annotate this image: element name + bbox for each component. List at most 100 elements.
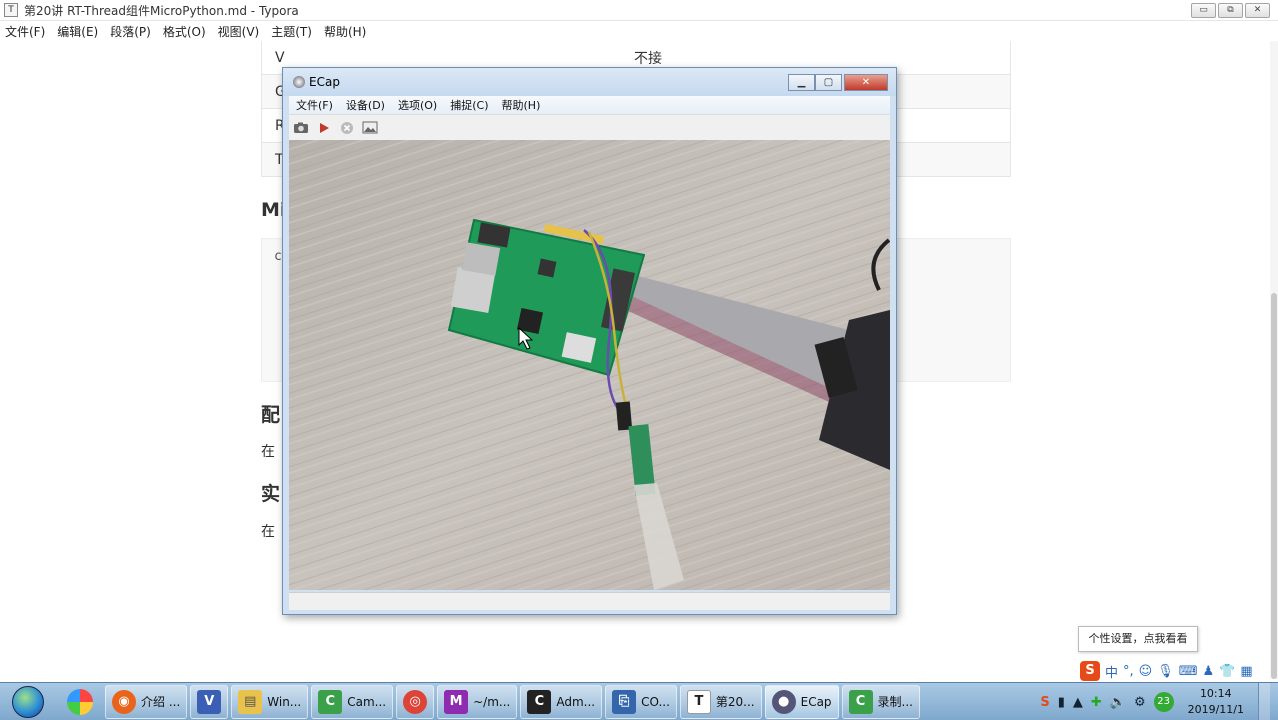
keyboard-icon[interactable]: ⌨: [1179, 664, 1198, 679]
user-icon[interactable]: ♟: [1203, 664, 1215, 679]
doc-paragraph: 在: [261, 524, 275, 540]
code-text: c: [274, 249, 282, 264]
ecap-maximize-button[interactable]: ▢: [815, 74, 842, 91]
table-cell: 不接: [634, 50, 662, 67]
ecap-menu-options[interactable]: 选项(O): [398, 97, 437, 113]
image-icon[interactable]: [361, 120, 378, 135]
sogou-tray-icon[interactable]: S: [1040, 695, 1049, 710]
taskbar-item[interactable]: C 录制...: [841, 684, 920, 719]
close-button[interactable]: ✕: [1245, 3, 1270, 18]
taskbar-item-label: Win...: [267, 694, 302, 709]
webcam-icon: ●: [771, 689, 796, 714]
folder-icon: ▤: [238, 689, 263, 714]
taskbar-item-label: ~/m...: [473, 694, 511, 709]
webcam-icon: [293, 76, 305, 88]
plus-icon[interactable]: ✚: [1091, 695, 1102, 710]
doc-paragraph: 在: [261, 444, 275, 460]
ecap-menubar: 文件(F) 设备(D) 选项(O) 捕捉(C) 帮助(H): [289, 96, 890, 114]
taskbar-item[interactable]: V: [190, 684, 229, 719]
ecap-title: ECap: [309, 75, 340, 89]
taskbar-item[interactable]: ⎘ CO...: [605, 684, 677, 719]
taskbar-item-label: Adm...: [556, 694, 596, 709]
taskbar-item[interactable]: ▤ Win...: [231, 684, 309, 719]
taskbar: ◉ 介绍 ... V ▤ Win... C Cam... ◎ M ~/m... …: [0, 682, 1278, 720]
typora-window-controls: ▭ ⧉ ✕: [1191, 3, 1270, 18]
taskbar-item-label: 介绍 ...: [141, 695, 181, 709]
emoji-icon[interactable]: ☺: [1139, 664, 1153, 679]
taskbar-item[interactable]: ◉ 介绍 ...: [105, 684, 188, 719]
camera-icon[interactable]: [292, 120, 309, 135]
doc-heading: 配: [261, 404, 281, 426]
pinned-app[interactable]: [58, 685, 102, 719]
window-title: 第20讲 RT-Thread组件MicroPython.md - Typora: [24, 3, 299, 18]
menu-help[interactable]: 帮助(H): [324, 23, 366, 40]
recorder-icon: C: [848, 689, 873, 714]
ecap-close-button[interactable]: ✕: [844, 74, 888, 91]
menu-paragraph[interactable]: 段落(P): [110, 23, 151, 40]
network-icon: ⎘: [612, 689, 637, 714]
clock-date: 2019/11/1: [1187, 703, 1244, 716]
show-desktop-button[interactable]: [1258, 683, 1270, 720]
taskbar-item[interactable]: T 第20...: [679, 684, 762, 719]
scrollbar-thumb[interactable]: [1271, 293, 1277, 679]
firefox-icon: ◉: [112, 689, 136, 714]
settings-icon[interactable]: ⚙: [1134, 695, 1146, 710]
menu-theme[interactable]: 主题(T): [271, 23, 312, 40]
menu-format[interactable]: 格式(O): [163, 23, 206, 40]
clock-time: 10:14: [1199, 687, 1232, 700]
ecap-menu-device[interactable]: 设备(D): [346, 97, 385, 113]
taskbar-item[interactable]: C Adm...: [520, 684, 603, 719]
ime-tooltip[interactable]: 个性设置，点我看看: [1078, 626, 1198, 652]
typora-icon: T: [686, 689, 711, 714]
start-button[interactable]: [6, 684, 50, 720]
console-icon: C: [527, 689, 552, 714]
typora-titlebar: T 第20讲 RT-Thread组件MicroPython.md - Typor…: [0, 0, 1278, 21]
ime-toolbar: S 中 °, ☺ 🎙 ⌨ ♟ 👕 ▦: [1080, 660, 1253, 682]
taskbar-item[interactable]: C Cam...: [311, 684, 394, 719]
taskbar-item[interactable]: M ~/m...: [437, 684, 518, 719]
ecap-menu-help[interactable]: 帮助(H): [502, 97, 541, 113]
minimize-button[interactable]: ▭: [1191, 3, 1216, 18]
sogou-logo-icon[interactable]: S: [1080, 661, 1100, 681]
microphone-icon[interactable]: 🎙: [1157, 664, 1174, 679]
punctuation-icon[interactable]: °,: [1123, 664, 1134, 679]
vs-icon: V: [197, 689, 222, 714]
stop-icon[interactable]: [338, 120, 355, 135]
typora-menubar: 文件(F) 编辑(E) 段落(P) 格式(O) 视图(V) 主题(T) 帮助(H…: [0, 21, 1278, 41]
taskbar-item-label: CO...: [641, 694, 670, 709]
ecap-minimize-button[interactable]: ▁: [788, 74, 815, 91]
restore-button[interactable]: ⧉: [1218, 3, 1243, 18]
doc-heading: 实: [261, 483, 281, 505]
table-cell: V: [275, 49, 285, 66]
app-icon: [67, 688, 93, 715]
menu-view[interactable]: 视图(V): [218, 23, 260, 40]
taskbar-item-label: Cam...: [347, 694, 387, 709]
camtasia-icon: C: [318, 689, 343, 714]
ecap-menu-file[interactable]: 文件(F): [296, 97, 333, 113]
play-icon[interactable]: [315, 120, 332, 135]
taskbar-item[interactable]: ● ECap: [764, 684, 839, 719]
windows-logo-icon: [12, 685, 44, 718]
clock[interactable]: 10:14 2019/11/1: [1182, 686, 1250, 718]
menu-edit[interactable]: 编辑(E): [57, 23, 98, 40]
document-scrollbar[interactable]: [1270, 41, 1278, 679]
system-tray: S ▮ ▲ ✚ 🔈 ⚙ 23 10:14 2019/11/1: [1040, 683, 1278, 720]
ecap-window: ECap ▁ ▢ ✕ 文件(F) 设备(D) 选项(O) 捕捉(C) 帮助(H): [282, 67, 897, 615]
camera-preview: [289, 140, 890, 590]
volume-icon[interactable]: 🔈: [1110, 695, 1126, 710]
ecap-statusbar: [289, 592, 890, 610]
chrome-icon: ◎: [403, 689, 428, 714]
ime-language-toggle[interactable]: 中: [1105, 662, 1118, 681]
ecap-window-controls: ▁ ▢ ✕: [788, 74, 888, 91]
toolbox-icon[interactable]: ▦: [1240, 664, 1252, 679]
typora-app-icon: T: [4, 3, 18, 17]
ecap-titlebar[interactable]: ECap ▁ ▢ ✕: [283, 68, 896, 96]
battery-icon[interactable]: ▮: [1058, 695, 1065, 710]
taskbar-item-label: 第20...: [715, 695, 755, 709]
menu-file[interactable]: 文件(F): [5, 23, 45, 40]
notification-badge[interactable]: 23: [1153, 692, 1174, 712]
skin-icon[interactable]: 👕: [1219, 664, 1235, 679]
ecap-menu-capture[interactable]: 捕捉(C): [450, 97, 488, 113]
taskbar-item[interactable]: ◎: [396, 684, 435, 719]
show-hidden-icons-icon[interactable]: ▲: [1073, 695, 1083, 710]
